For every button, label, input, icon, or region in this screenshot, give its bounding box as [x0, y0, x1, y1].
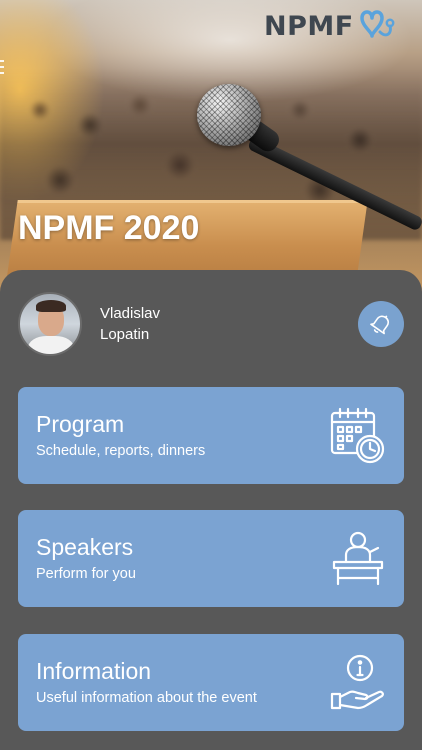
avatar[interactable]: [18, 292, 82, 356]
user-name: Vladislav Lopatin: [100, 303, 160, 345]
information-card-title: Information: [36, 658, 152, 684]
microphone-icon: [197, 84, 261, 146]
program-card[interactable]: Program Schedule, reports, dinners: [18, 387, 404, 484]
information-card[interactable]: Information Useful information about the…: [18, 634, 404, 731]
logo-text: NPMF: [264, 10, 354, 42]
bell-icon: [370, 315, 390, 335]
program-card-subtitle: Schedule, reports, dinners: [36, 443, 206, 459]
user-first-name: Vladislav: [100, 305, 161, 322]
calendar-clock-icon: [330, 407, 385, 464]
speakers-card-subtitle: Perform for you: [36, 566, 136, 582]
notifications-button[interactable]: [358, 301, 404, 347]
speakers-card-title: Speakers: [36, 534, 134, 560]
menu-icon[interactable]: [0, 60, 4, 78]
speakers-card[interactable]: Speakers Perform for you: [18, 510, 404, 607]
event-title: NPMF 2020: [18, 209, 200, 247]
program-card-title: Program: [36, 411, 125, 437]
app-logo: NPMF: [264, 6, 396, 46]
user-profile[interactable]: Vladislav Lopatin: [18, 292, 160, 356]
info-hand-icon: [330, 654, 384, 710]
heart-stethoscope-icon: [359, 10, 395, 38]
user-last-name: Lopatin: [100, 326, 150, 343]
speaker-podium-icon: [332, 531, 384, 586]
information-card-subtitle: Useful information about the event: [36, 690, 257, 706]
